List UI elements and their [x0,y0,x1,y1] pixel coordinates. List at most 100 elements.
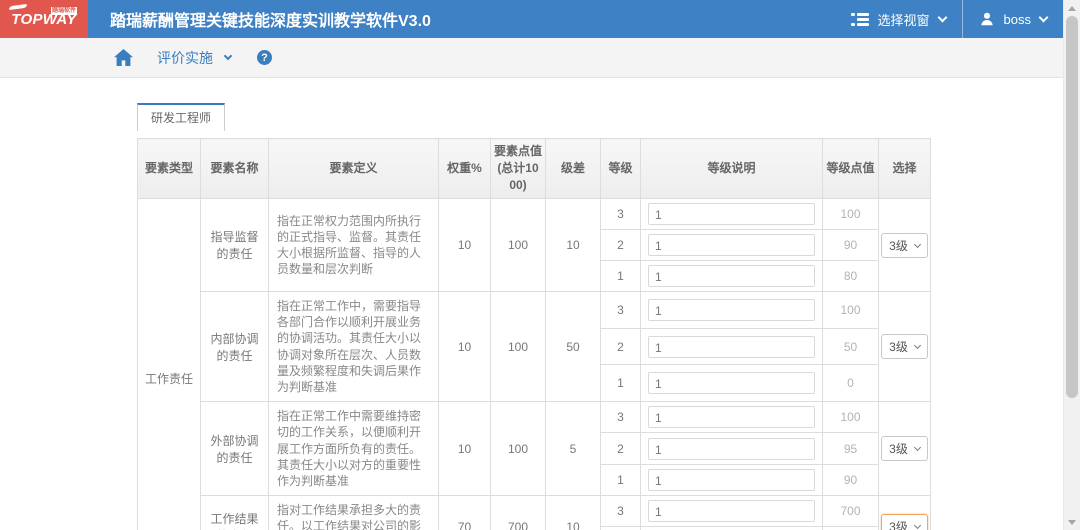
col-header-grade: 等级 [600,138,641,199]
factor-type-cell: 工作责任 [137,197,201,530]
grade-points-cell: 90 [822,463,879,497]
grade-description-input[interactable]: 1 [648,335,815,358]
grade-description-cell: 1 [640,327,823,366]
tab-rd-engineer[interactable]: 研发工程师 [137,103,226,131]
col-header-step: 级差 [545,138,601,199]
chevron-down-icon[interactable] [223,51,233,61]
grade-description-input[interactable]: 1 [648,372,815,395]
user-menu[interactable]: boss [963,0,1063,38]
factor-name-cell: 工作结果的责任 [200,495,269,530]
grade-select-value: 3级 [889,520,908,530]
chevron-down-icon [913,522,921,530]
col-header-select: 选择 [878,138,931,199]
grade-cell: 2 [600,526,641,530]
grade-select-value: 3级 [889,442,908,457]
col-header-factor-type: 要素类型 [137,138,201,199]
factor-name-cell: 指导监督的责任 [200,198,269,292]
factor-points-cell: 700 [490,495,546,530]
home-icon[interactable] [114,49,133,66]
app-logo: 踏瑞软件 TOPWAY [0,0,88,38]
factor-points-cell: 100 [490,198,546,292]
grade-points-cell: 700 [822,495,879,528]
grade-description-cell: 1 [640,526,823,530]
grade-points-cell: 0 [822,364,879,403]
level-row: 工作责任 指导监督的责任 指在正常权力范围内所执行的正式指导、监督。其责任大小根据所… [137,197,931,530]
grade-cell: 1 [600,463,641,497]
grade-description-cell: 1 [640,432,823,465]
scroll-down-button[interactable] [1064,514,1080,530]
arrow-down-icon [1068,519,1076,525]
weight-cell: 10 [438,401,491,497]
grade-cell: 3 [600,198,641,230]
chevron-down-icon [913,240,921,248]
grade-description-input[interactable]: 1 [648,265,815,287]
grade-description-input[interactable]: 1 [648,234,815,256]
top-bar: 踏瑞软件 TOPWAY 踏瑞薪酬管理关键技能深度实训教学软件V3.0 选择视窗 [0,0,1063,38]
select-cell: 3级 [878,198,931,292]
grade-description-input[interactable]: 1 [648,203,815,225]
username-label: boss [1003,11,1031,27]
grade-select-value: 3级 [889,340,908,355]
grade-description-cell: 1 [640,229,823,261]
chevron-down-icon [937,12,947,22]
chevron-down-icon [913,342,921,350]
grade-description-cell: 1 [640,463,823,497]
chevron-down-icon [913,444,921,452]
scrollbar-thumb[interactable] [1066,16,1078,398]
select-cell: 3级 [878,290,931,403]
grade-points-cell: 80 [822,260,879,292]
scroll-up-button[interactable] [1064,0,1080,16]
select-cell: 3级 [878,495,931,530]
help-icon[interactable]: ? [257,50,272,65]
weight-cell: 10 [438,198,491,292]
weight-cell: 70 [438,495,491,530]
grade-description-cell: 1 [640,495,823,528]
grade-cell: 3 [600,291,641,329]
level-row: 工作结果的责任指对工作结果承担多大的责任。以工作结果对公司的影响大小作为判断标准… [138,495,931,530]
level-row: 外部协调的责任 指在正常工作中需要维持密切的工作关系，以便顺利开展工作方面所负有的… [138,401,931,497]
grade-description-cell: 1 [640,364,823,403]
user-icon [980,12,993,26]
nav-menu-evaluation[interactable]: 评价实施 [157,48,213,68]
grade-select[interactable]: 3级 [881,232,928,258]
grade-select[interactable]: 3级 [881,436,928,462]
window-select-label: 选择视窗 [877,12,930,28]
grade-description-input[interactable]: 1 [648,298,815,321]
vertical-scrollbar[interactable] [1063,0,1080,530]
factor-definition-cell: 指在正常工作中需要维持密切的工作关系，以便顺利开展工作方面所负有的责任。其责任大… [268,401,439,497]
factor-definition-cell: 指在正常权力范围内所执行的正式指导、监督。其责任大小根据所监督、指导的人员数量和… [268,198,439,292]
logo-brand: TOPWAY [11,10,77,28]
grade-cell: 2 [600,432,641,465]
factor-points-cell: 100 [490,401,546,497]
title-bar: 踏瑞薪酬管理关键技能深度实训教学软件V3.0 选择视窗 boss [88,0,1063,38]
logo-wing-icon [8,3,28,11]
grade-cell: 2 [600,327,641,366]
arrow-up-icon [1068,5,1076,11]
grade-description-input[interactable]: 1 [648,437,815,460]
grade-description-input[interactable]: 1 [648,406,815,429]
select-cell: 3级 [878,401,931,497]
grade-points-cell: 95 [822,432,879,465]
col-header-factor-points: 要素点值 (总计1000) [490,138,546,199]
window-select-dropdown[interactable]: 选择视窗 [835,0,962,38]
col-header-factor-definition: 要素定义 [268,138,439,199]
table-header-row: 要素类型 要素名称 要素定义 权重% 要素点值 (总计1000) 级差 等级 等… [137,138,931,199]
grade-description-input[interactable]: 1 [648,468,815,491]
weight-cell: 10 [438,290,491,403]
nav-bar: 评价实施 ? [0,38,1063,78]
grade-description-cell: 1 [640,291,823,329]
col-header-grade-description: 等级说明 [640,138,823,199]
grade-points-cell: 690 [822,526,879,530]
app-title: 踏瑞薪酬管理关键技能深度实训教学软件V3.0 [110,13,431,30]
col-header-factor-name: 要素名称 [200,138,269,199]
topbar-right: 选择视窗 boss [835,0,1063,38]
col-header-grade-points: 等级点值 [822,138,879,199]
grade-description-input[interactable]: 1 [648,500,815,523]
grade-description-cell: 1 [640,198,823,230]
grade-select[interactable]: 3级 [881,514,928,530]
grade-points-cell: 50 [822,327,879,366]
factor-points-cell: 100 [490,290,546,403]
grade-select[interactable]: 3级 [881,334,928,360]
main-content: 研发工程师 要素类型 要素名称 要素定义 权重% 要素点值 (总计1000) 级… [137,78,932,530]
grade-cell: 3 [600,495,641,528]
